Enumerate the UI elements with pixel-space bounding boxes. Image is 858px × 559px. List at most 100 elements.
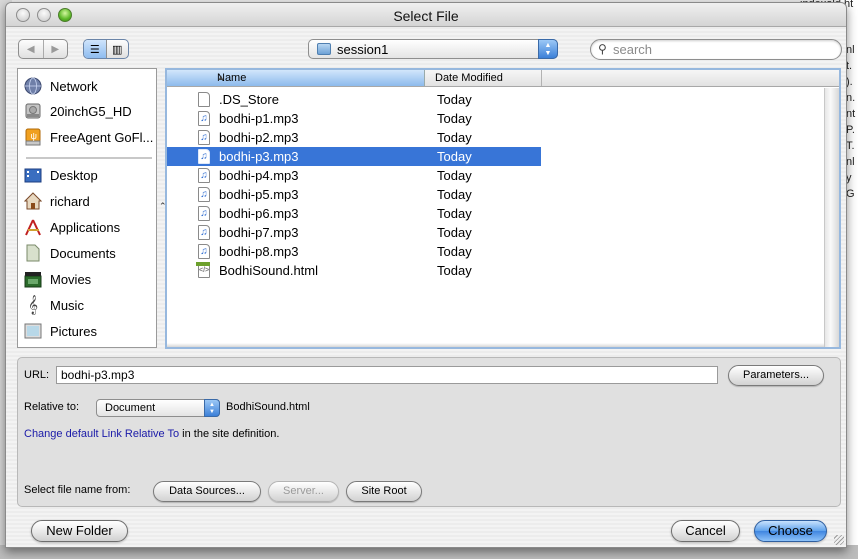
generic-file-icon bbox=[198, 92, 210, 107]
file-date-modified: Today bbox=[437, 168, 472, 183]
vertical-scrollbar[interactable] bbox=[824, 88, 839, 347]
file-date-modified: Today bbox=[437, 263, 472, 278]
sidebar-divider bbox=[26, 157, 152, 159]
home-icon bbox=[23, 191, 43, 211]
view-mode-toggle: ☰ ▥ bbox=[83, 39, 129, 59]
file-row[interactable]: </> BodhiSound.html Today bbox=[167, 261, 541, 280]
relative-to-select[interactable]: Document ▲ ▼ bbox=[96, 399, 220, 417]
file-name: bodhi-p2.mp3 bbox=[219, 130, 299, 145]
select-file-dialog: Select File ◀ ▶ ☰ ▥ session1 ▲▼ ⚲ Networ… bbox=[5, 2, 847, 548]
file-date-modified: Today bbox=[437, 149, 472, 164]
back-forward-buttons: ◀ ▶ bbox=[18, 39, 68, 59]
audio-file-icon: ♫ bbox=[198, 187, 210, 202]
select-file-name-from-label: Select file name from: bbox=[24, 484, 131, 496]
sidebar-item-movies[interactable]: Movies bbox=[23, 268, 91, 290]
sidebar-item-hard-drive[interactable]: 20inchG5_HD bbox=[23, 100, 132, 122]
site-root-button[interactable]: Site Root bbox=[346, 481, 422, 502]
sidebar-item-home[interactable]: richard bbox=[23, 190, 90, 212]
sidebar-item-usb-drive[interactable]: ψ FreeAgent GoFl... bbox=[23, 126, 153, 148]
select-arrows-icon: ▲ ▼ bbox=[204, 399, 220, 417]
sidebar-item-label: Desktop bbox=[50, 167, 98, 183]
background-text-fragment: nl bbox=[846, 156, 855, 168]
parameters-button[interactable]: Parameters... bbox=[728, 365, 824, 386]
list-view-button[interactable]: ☰ bbox=[84, 40, 106, 58]
list-bottom-edge bbox=[167, 343, 824, 347]
column-header-date-modified[interactable]: Date Modified bbox=[426, 70, 542, 86]
change-default-link-relative-to-link[interactable]: Change default Link Relative To bbox=[24, 428, 179, 440]
audio-file-icon: ♫ bbox=[198, 130, 210, 145]
sidebar-item-documents[interactable]: Documents bbox=[23, 242, 116, 264]
audio-file-icon: ♫ bbox=[198, 225, 210, 240]
sidebar-item-label: richard bbox=[50, 193, 90, 209]
audio-file-icon: ♫ bbox=[198, 149, 210, 164]
url-input[interactable] bbox=[56, 366, 718, 384]
file-name: .DS_Store bbox=[219, 92, 279, 107]
cancel-button[interactable]: Cancel bbox=[671, 520, 740, 542]
background-text-fragment: n. bbox=[846, 92, 856, 104]
hard-drive-icon bbox=[23, 101, 43, 121]
sidebar-item-label: 20inchG5_HD bbox=[50, 103, 132, 119]
file-row[interactable]: ♫ bodhi-p4.mp3 Today bbox=[167, 166, 541, 185]
search-field[interactable]: ⚲ bbox=[590, 39, 842, 60]
search-input[interactable] bbox=[613, 42, 833, 57]
file-date-modified: Today bbox=[437, 92, 472, 107]
pictures-icon bbox=[23, 321, 43, 341]
location-popup[interactable]: session1 ▲ ▼ bbox=[308, 39, 558, 59]
file-row[interactable]: ♫ bodhi-p8.mp3 Today bbox=[167, 242, 541, 261]
file-date-modified: Today bbox=[437, 244, 472, 259]
file-row[interactable]: ♫ bodhi-p5.mp3 Today bbox=[167, 185, 541, 204]
column-view-button[interactable]: ▥ bbox=[105, 40, 129, 58]
file-date-modified: Today bbox=[437, 187, 472, 202]
file-date-modified: Today bbox=[437, 225, 472, 240]
sidebar-item-pictures[interactable]: Pictures bbox=[23, 320, 97, 342]
html-file-icon: </> bbox=[196, 262, 210, 278]
relative-to-label: Relative to: bbox=[24, 401, 80, 413]
popup-arrows-icon: ▲ ▼ bbox=[538, 39, 558, 59]
sidebar-item-desktop[interactable]: Desktop bbox=[23, 164, 98, 186]
file-date-modified: Today bbox=[437, 206, 472, 221]
folder-icon bbox=[317, 43, 331, 55]
music-icon: 𝄞 bbox=[27, 295, 39, 314]
sidebar: Network 20inchG5_HD ψ FreeAgent GoFl... … bbox=[17, 68, 157, 348]
url-label: URL: bbox=[24, 369, 50, 381]
file-row[interactable]: ♫ bodhi-p6.mp3 Today bbox=[167, 204, 541, 223]
back-button[interactable]: ◀ bbox=[19, 40, 43, 58]
sidebar-item-network[interactable]: Network bbox=[23, 75, 98, 97]
options-panel: URL: Parameters... Relative to: Document… bbox=[17, 357, 841, 507]
forward-button[interactable]: ▶ bbox=[42, 40, 68, 58]
sidebar-item-label: Network bbox=[50, 78, 98, 94]
file-name: bodhi-p4.mp3 bbox=[219, 168, 299, 183]
sidebar-item-applications[interactable]: Applications bbox=[23, 216, 120, 238]
relative-to-value: Document bbox=[105, 402, 156, 414]
sort-ascending-icon: ▲ bbox=[217, 73, 225, 82]
server-button[interactable]: Server... bbox=[268, 481, 339, 502]
new-folder-button[interactable]: New Folder bbox=[31, 520, 128, 542]
sidebar-item-music[interactable]: 𝄞 Music bbox=[23, 294, 84, 316]
file-row[interactable]: ♫ bodhi-p1.mp3 Today bbox=[167, 109, 541, 128]
audio-file-icon: ♫ bbox=[198, 168, 210, 183]
file-row[interactable]: ♫ bodhi-p2.mp3 Today bbox=[167, 128, 541, 147]
file-row[interactable]: ♫ bodhi-p7.mp3 Today bbox=[167, 223, 541, 242]
file-list: Name ▲ Date Modified .DS_Store Today ♫ bodh… bbox=[165, 68, 841, 349]
sidebar-item-label: Documents bbox=[50, 245, 116, 261]
file-row[interactable]: .DS_Store Today bbox=[167, 90, 541, 109]
sidebar-item-label: Movies bbox=[50, 271, 92, 287]
data-sources-button[interactable]: Data Sources... bbox=[153, 481, 261, 502]
column-view-icon: ▥ bbox=[112, 43, 123, 56]
column-header-name[interactable]: Name ▲ bbox=[167, 70, 425, 86]
sidebar-item-label: Pictures bbox=[50, 323, 97, 339]
file-row[interactable]: ♫ bodhi-p3.mp3 Today bbox=[167, 147, 541, 166]
file-name: BodhiSound.html bbox=[219, 263, 319, 278]
movies-icon bbox=[23, 269, 43, 289]
resize-grip-icon[interactable] bbox=[834, 535, 844, 545]
file-name: bodhi-p3.mp3 bbox=[219, 149, 299, 164]
file-date-modified: Today bbox=[437, 111, 472, 126]
list-view-icon: ☰ bbox=[89, 43, 100, 56]
file-name: bodhi-p6.mp3 bbox=[219, 206, 299, 221]
choose-button[interactable]: Choose bbox=[754, 520, 827, 542]
file-name: bodhi-p8.mp3 bbox=[219, 244, 299, 259]
network-globe-icon bbox=[23, 76, 43, 96]
background-text-fragment: nl bbox=[846, 44, 855, 56]
file-name: bodhi-p1.mp3 bbox=[219, 111, 299, 126]
desktop-icon bbox=[23, 165, 43, 185]
